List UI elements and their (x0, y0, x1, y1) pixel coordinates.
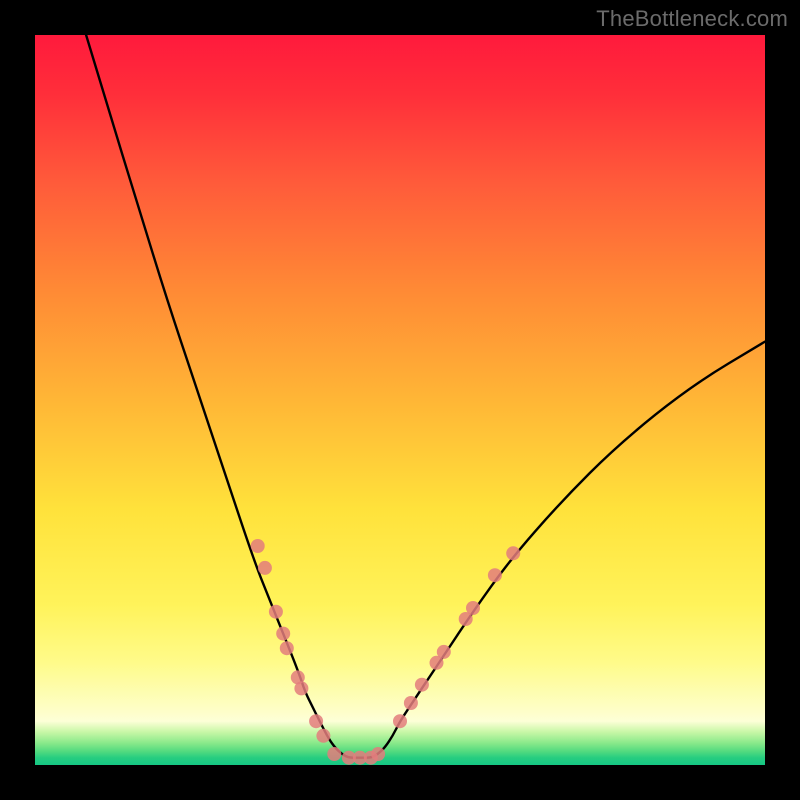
sample-point (466, 601, 480, 615)
sample-point (294, 681, 308, 695)
sample-point (404, 696, 418, 710)
sample-point (276, 627, 290, 641)
curve-layer (35, 35, 765, 765)
sample-point (437, 645, 451, 659)
sample-point (415, 678, 429, 692)
sample-point (258, 561, 272, 575)
sample-point (251, 539, 265, 553)
plot-area (35, 35, 765, 765)
sample-point (316, 729, 330, 743)
sample-point (506, 546, 520, 560)
sample-point (309, 714, 323, 728)
sample-point (280, 641, 294, 655)
sample-point (393, 714, 407, 728)
sample-point (488, 568, 502, 582)
sample-point (269, 605, 283, 619)
sample-points-group (251, 539, 521, 765)
chart-frame: TheBottleneck.com (0, 0, 800, 800)
bottleneck-curve (86, 35, 765, 758)
watermark-text: TheBottleneck.com (596, 6, 788, 32)
sample-point (327, 747, 341, 761)
sample-point (371, 747, 385, 761)
